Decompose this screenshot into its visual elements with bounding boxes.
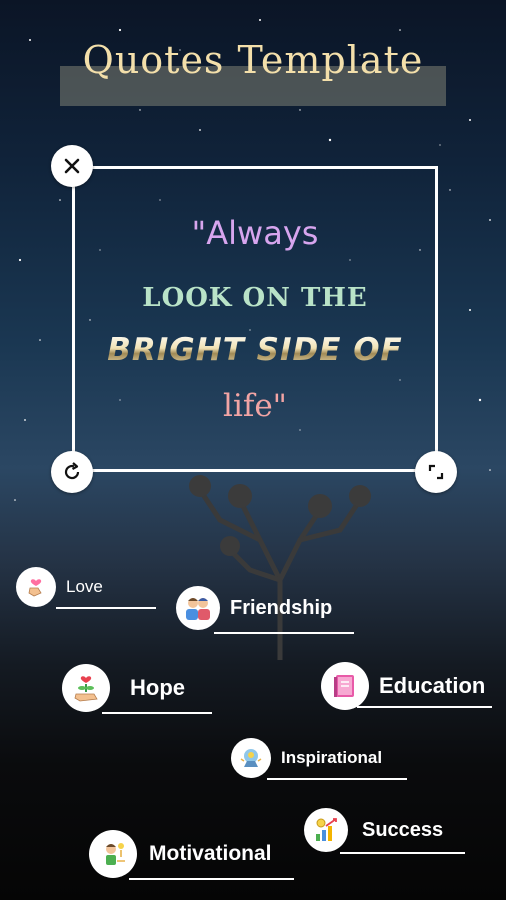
- category-label-friendship: Friendship: [230, 596, 333, 619]
- category-label-hope: Hope: [130, 675, 185, 700]
- category-education[interactable]: Education: [321, 662, 492, 710]
- underline: [102, 712, 212, 714]
- category-label-love: Love: [66, 577, 103, 596]
- underline: [357, 706, 492, 708]
- underline: [340, 852, 465, 854]
- underline: [129, 878, 294, 880]
- underline: [267, 778, 407, 780]
- quote-frame[interactable]: [72, 166, 438, 472]
- quote-line-look-on-the[interactable]: LOOK ON THE: [72, 283, 438, 313]
- category-success[interactable]: Success: [304, 808, 465, 854]
- underline: [56, 607, 156, 609]
- quote-line-life[interactable]: life": [72, 388, 438, 424]
- close-icon: [64, 158, 80, 174]
- category-hope[interactable]: Hope: [62, 664, 212, 714]
- lightbulb-head-icon: [231, 738, 271, 778]
- quote-line-bright-side-of[interactable]: BRIGHT SIDE OF: [72, 332, 438, 368]
- resize-handle[interactable]: [415, 451, 457, 493]
- category-friendship[interactable]: Friendship: [176, 586, 354, 634]
- underline: [214, 632, 354, 634]
- friends-icon: [176, 586, 220, 630]
- category-label-motivational: Motivational: [149, 842, 272, 865]
- category-motivational[interactable]: Motivational: [89, 830, 294, 880]
- resize-icon: [428, 464, 444, 480]
- plant-heart-hand-icon: [62, 664, 110, 712]
- category-label-success: Success: [362, 818, 444, 841]
- motivated-person-icon: [89, 830, 137, 878]
- category-label-inspirational: Inspirational: [281, 748, 383, 767]
- close-handle[interactable]: [51, 145, 93, 187]
- heart-hand-icon: [16, 567, 56, 607]
- category-love[interactable]: Love: [16, 567, 156, 609]
- page-title: Quotes Template: [82, 38, 424, 82]
- quote-line-always[interactable]: "Always: [72, 214, 438, 252]
- category-label-education: Education: [379, 673, 486, 698]
- rotate-handle[interactable]: [51, 451, 93, 493]
- growth-chart-icon: [304, 808, 348, 852]
- book-icon: [321, 662, 369, 710]
- category-inspirational[interactable]: Inspirational: [231, 738, 407, 780]
- rotate-icon: [64, 462, 80, 480]
